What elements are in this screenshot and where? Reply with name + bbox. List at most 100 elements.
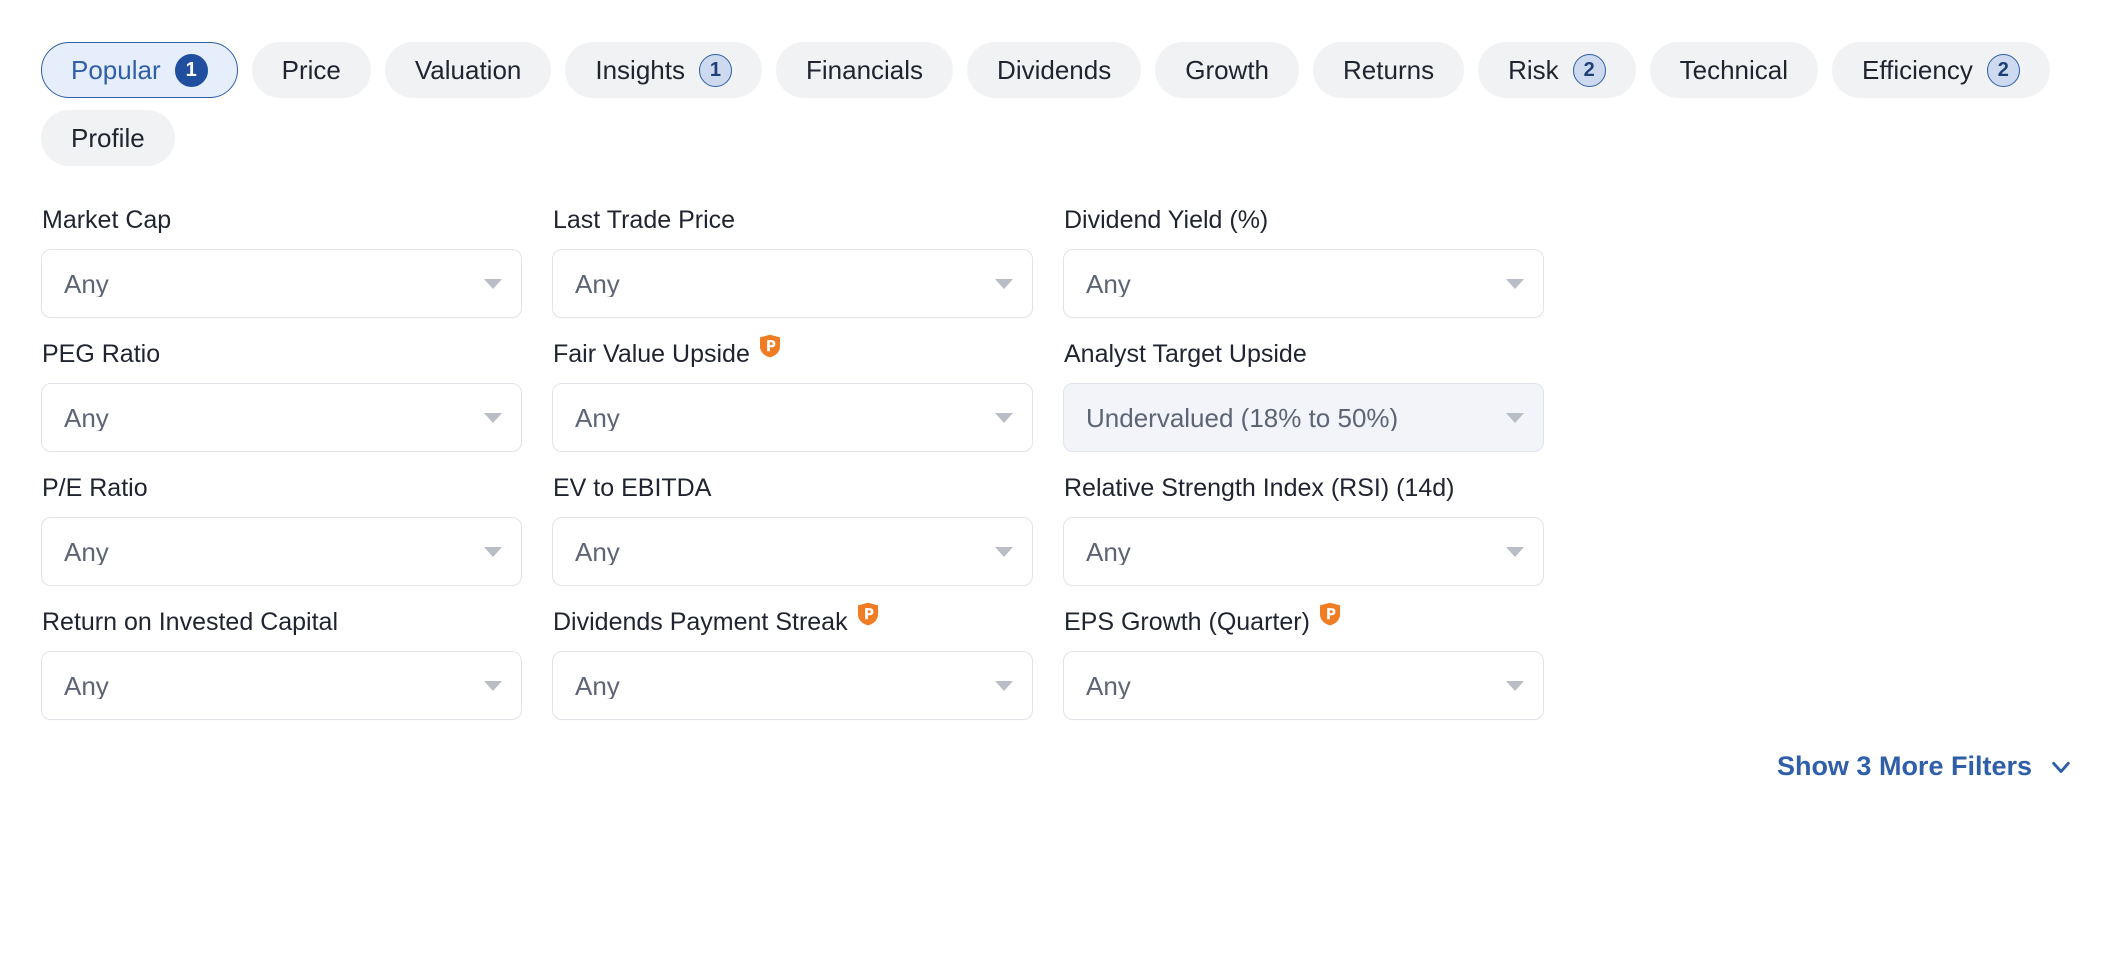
filter-label-relative-strength-index-rsi-14d: Relative Strength Index (RSI) (14d) <box>1064 473 1544 503</box>
filter-label-text: Fair Value Upside <box>553 340 750 368</box>
tab-count-badge: 2 <box>1572 53 1606 87</box>
filter-label-text: Dividend Yield (%) <box>1064 206 1269 234</box>
filter-label-analyst-target-upside: Analyst Target Upside <box>1064 339 1544 369</box>
filter-field-dividend-yield: Dividend Yield (%) Any <box>1063 205 1544 318</box>
filter-select-value: Any <box>64 672 109 699</box>
tab-label: Technical <box>1679 55 1789 85</box>
chevron-down-icon[interactable] <box>484 680 502 691</box>
tab-label: Returns <box>1343 55 1435 85</box>
chevron-down-icon[interactable] <box>1506 278 1524 289</box>
filter-select-value: Any <box>1086 672 1131 699</box>
tab-label: Price <box>281 55 341 85</box>
show-more-filters-button[interactable]: Show 3 More Filters <box>1777 751 2072 782</box>
tab-label: Risk <box>1508 55 1559 85</box>
tab-efficiency[interactable]: Efficiency 2 <box>1832 42 2050 98</box>
filter-label-text: Dividends Payment Streak <box>553 608 848 636</box>
filter-field-relative-strength-index-rsi-14d: Relative Strength Index (RSI) (14d) Any <box>1063 473 1544 586</box>
tab-label: Popular <box>71 55 161 85</box>
filter-label-text: Relative Strength Index (RSI) (14d) <box>1064 474 1455 502</box>
tab-dividends[interactable]: Dividends <box>967 42 1142 98</box>
filter-select-ev-to-ebitda[interactable]: Any <box>552 517 1033 586</box>
premium-shield-icon <box>1319 602 1341 626</box>
filter-select-relative-strength-index-rsi-14d[interactable]: Any <box>1063 517 1544 586</box>
filter-label-return-on-invested-capital: Return on Invested Capital <box>42 607 522 637</box>
filter-category-tabs: Popular 1 Price Valuation Insights 1 Financial… <box>0 0 2113 166</box>
filter-select-value: Any <box>575 538 620 565</box>
filter-field-last-trade-price: Last Trade Price Any <box>552 205 1033 318</box>
filter-select-dividend-yield[interactable]: Any <box>1063 249 1544 318</box>
tab-label: Dividends <box>997 55 1112 85</box>
filter-label-text: Last Trade Price <box>553 206 736 234</box>
filter-select-value: Any <box>1086 538 1131 565</box>
chevron-down-icon[interactable] <box>995 546 1013 557</box>
filter-select-value: Any <box>64 404 109 431</box>
filter-label-text: Return on Invested Capital <box>42 608 339 636</box>
chevron-down-icon[interactable] <box>995 680 1013 691</box>
tab-profile[interactable]: Profile <box>41 110 175 166</box>
chevron-down-icon[interactable] <box>1506 546 1524 557</box>
filter-select-value: Undervalued (18% to 50%) <box>1086 404 1399 431</box>
filter-field-dividends-payment-streak: Dividends Payment Streak Any <box>552 602 1033 720</box>
filter-label-peg-ratio: PEG Ratio <box>42 339 522 369</box>
tab-financials[interactable]: Financials <box>775 42 954 98</box>
chevron-down-icon[interactable] <box>1506 680 1524 691</box>
filter-field-peg-ratio: PEG Ratio Any <box>41 339 522 452</box>
filter-field-return-on-invested-capital: Return on Invested Capital Any <box>41 607 522 720</box>
filter-field-eps-growth-quarter: EPS Growth (Quarter) Any <box>1063 602 1544 720</box>
premium-shield-icon <box>857 602 879 626</box>
filter-select-analyst-target-upside[interactable]: Undervalued (18% to 50%) <box>1063 383 1544 452</box>
tab-label: Growth <box>1185 55 1270 85</box>
tab-label: Financials <box>805 55 924 85</box>
filter-label-text: EV to EBITDA <box>553 474 712 502</box>
filter-label-text: Market Cap <box>42 206 172 234</box>
tab-label: Efficiency <box>1862 55 1973 85</box>
filter-select-fair-value-upside[interactable]: Any <box>552 383 1033 452</box>
filter-label-market-cap: Market Cap <box>42 205 522 235</box>
filter-field-p-e-ratio: P/E Ratio Any <box>41 473 522 586</box>
filter-label-p-e-ratio: P/E Ratio <box>42 473 522 503</box>
tab-growth[interactable]: Growth <box>1155 42 1300 98</box>
chevron-down-icon[interactable] <box>995 278 1013 289</box>
filter-select-last-trade-price[interactable]: Any <box>552 249 1033 318</box>
filter-field-fair-value-upside: Fair Value Upside Any <box>552 334 1033 452</box>
filter-label-dividends-payment-streak: Dividends Payment Streak <box>553 602 1033 637</box>
filter-label-dividend-yield: Dividend Yield (%) <box>1064 205 1544 235</box>
filter-label-last-trade-price: Last Trade Price <box>553 205 1033 235</box>
tab-technical[interactable]: Technical <box>1649 42 1819 98</box>
filter-select-peg-ratio[interactable]: Any <box>41 383 522 452</box>
filter-label-eps-growth-quarter: EPS Growth (Quarter) <box>1064 602 1544 637</box>
tab-valuation[interactable]: Valuation <box>384 42 552 98</box>
tab-label: Insights <box>595 55 685 85</box>
show-more-filters-label: Show 3 More Filters <box>1776 751 2032 781</box>
chevron-down-icon[interactable] <box>484 412 502 423</box>
filter-label-text: PEG Ratio <box>42 340 161 368</box>
filter-select-value: Any <box>575 672 620 699</box>
filter-select-eps-growth-quarter[interactable]: Any <box>1063 651 1544 720</box>
tab-count-badge: 1 <box>174 53 208 87</box>
chevron-down-icon[interactable] <box>995 412 1013 423</box>
filter-label-text: EPS Growth (Quarter) <box>1064 608 1310 636</box>
filter-select-value: Any <box>575 404 620 431</box>
premium-shield-icon <box>759 334 781 358</box>
chevron-down-icon[interactable] <box>484 278 502 289</box>
tab-insights[interactable]: Insights 1 <box>565 42 762 98</box>
tab-risk[interactable]: Risk 2 <box>1478 42 1636 98</box>
filter-label-text: P/E Ratio <box>42 474 148 502</box>
filter-select-dividends-payment-streak[interactable]: Any <box>552 651 1033 720</box>
filter-select-market-cap[interactable]: Any <box>41 249 522 318</box>
filter-field-analyst-target-upside: Analyst Target Upside Undervalued (18% to… <box>1063 339 1544 452</box>
chevron-down-icon[interactable] <box>1506 412 1524 423</box>
tab-label: Profile <box>71 123 145 153</box>
filter-select-value: Any <box>64 270 109 297</box>
tab-popular[interactable]: Popular 1 <box>41 42 238 98</box>
filter-fields-grid: Market Cap Any Last Trade Price Any Dividend… <box>0 166 2113 720</box>
filter-label-text: Analyst Target Upside <box>1064 340 1307 368</box>
filter-label-ev-to-ebitda: EV to EBITDA <box>553 473 1033 503</box>
chevron-down-icon[interactable] <box>484 546 502 557</box>
stock-screener-filters-panel: Popular 1 Price Valuation Insights 1 Financial… <box>0 0 2113 968</box>
tab-count-badge: 2 <box>1986 53 2020 87</box>
tab-price[interactable]: Price <box>251 42 371 98</box>
tab-returns[interactable]: Returns <box>1313 42 1465 98</box>
filter-select-p-e-ratio[interactable]: Any <box>41 517 522 586</box>
filter-select-return-on-invested-capital[interactable]: Any <box>41 651 522 720</box>
